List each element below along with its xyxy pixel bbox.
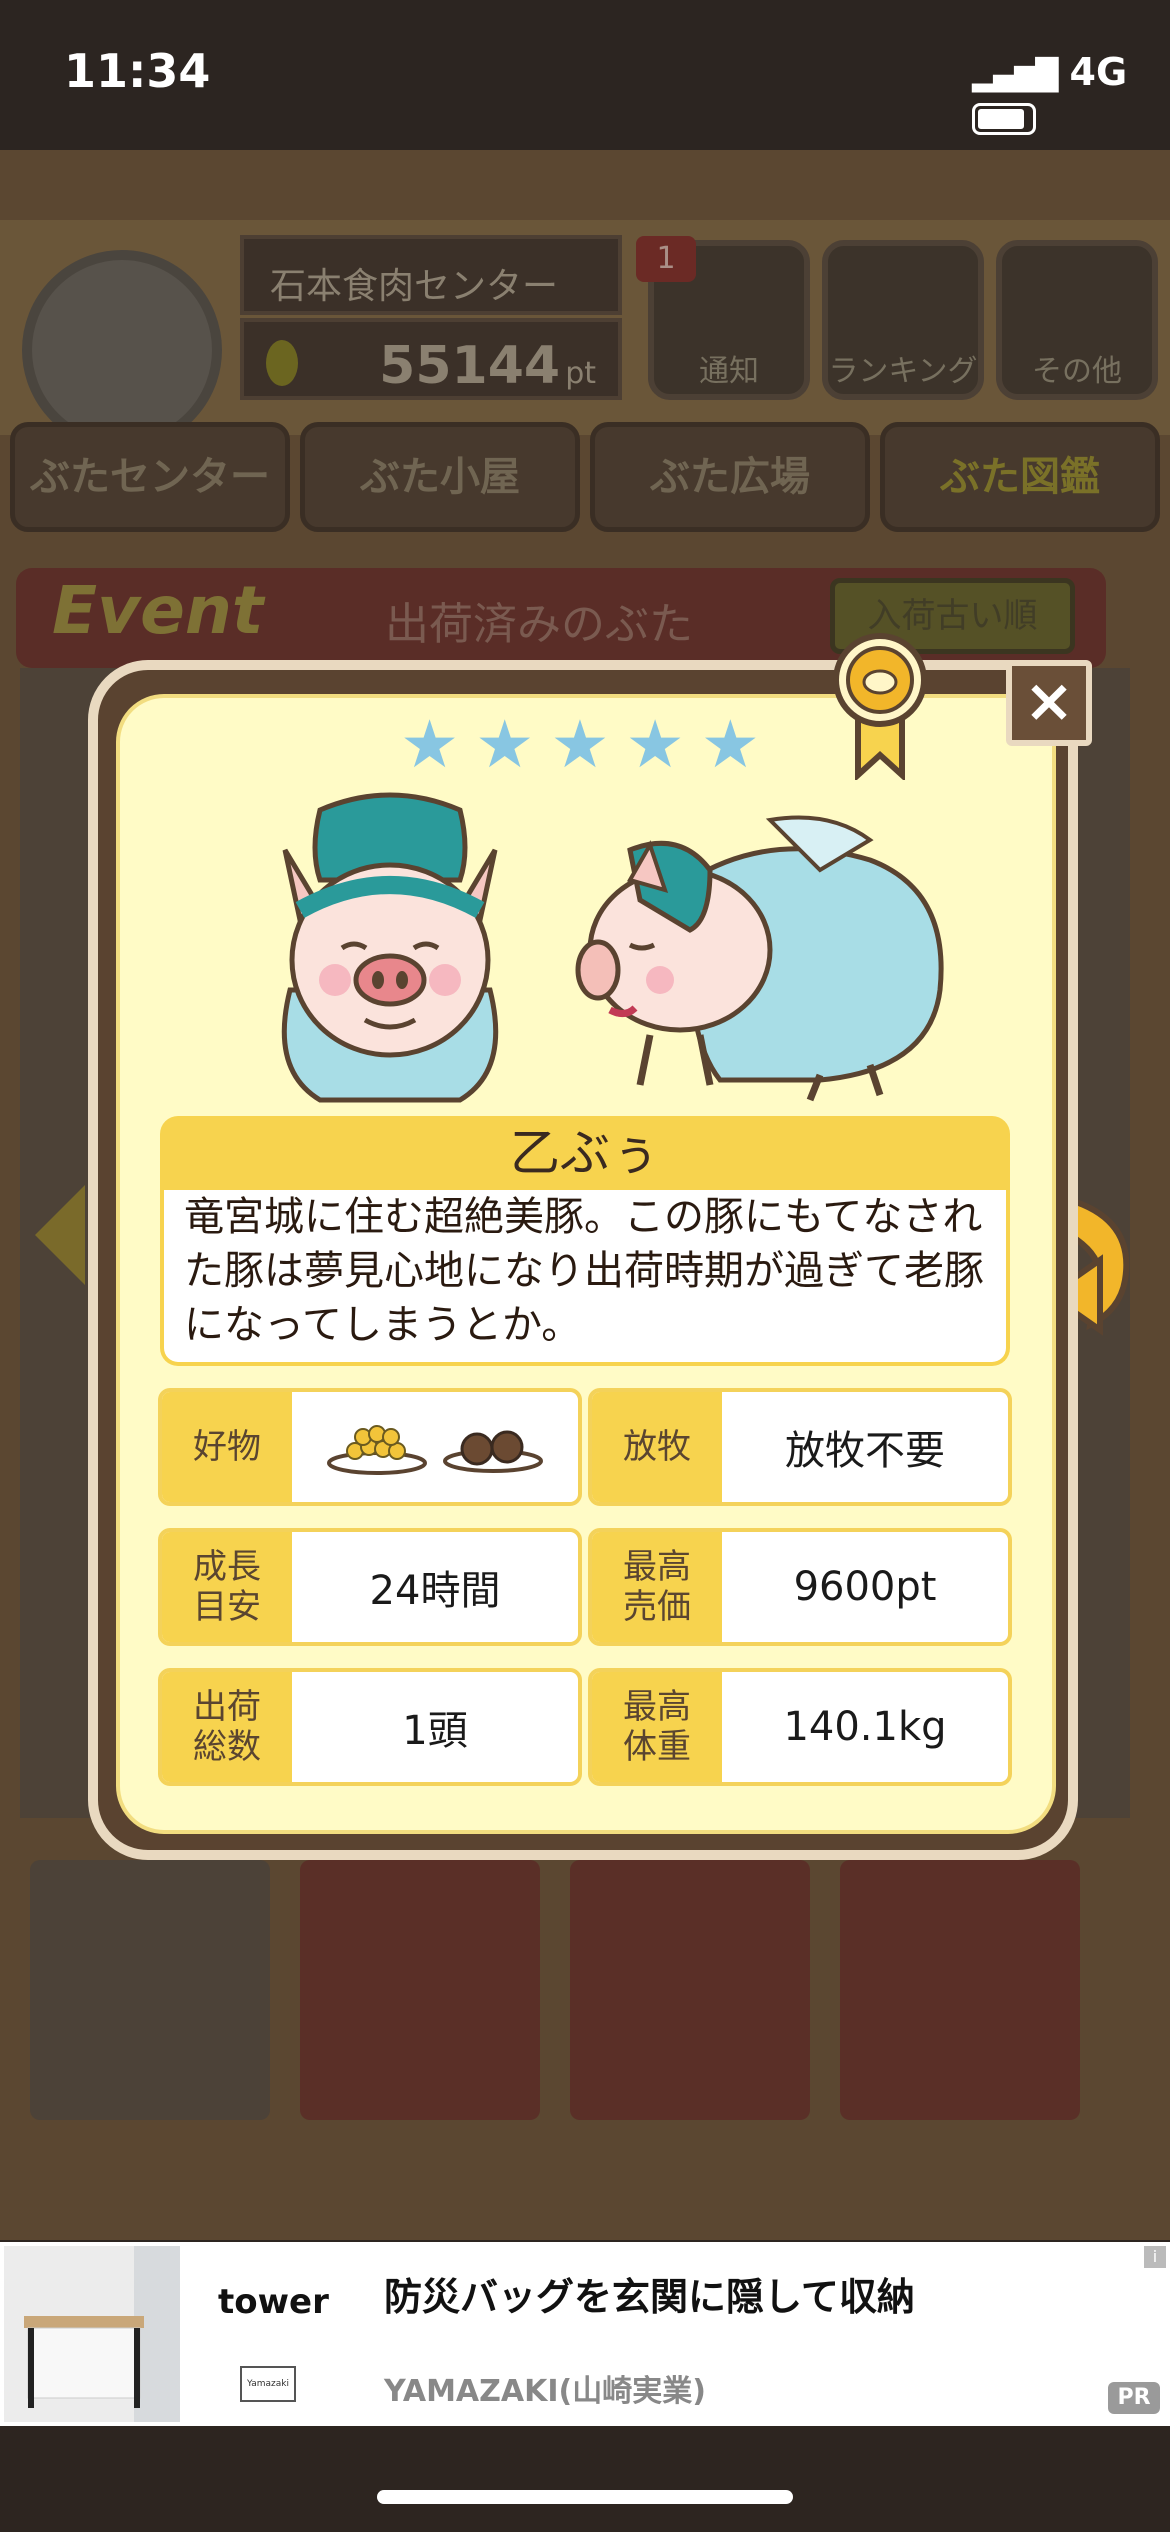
stat-label: 放牧: [592, 1392, 722, 1502]
event-title: 出荷済みのぶた: [385, 599, 693, 650]
status-network: ▂▄▆█ 4G: [972, 50, 1170, 138]
tab-buta-center[interactable]: ぶたセンター: [10, 422, 290, 532]
status-time: 11:34: [64, 44, 211, 98]
player-avatar[interactable]: [22, 250, 222, 450]
battery-icon: [972, 102, 1036, 135]
event-logo: Event: [52, 572, 264, 649]
stat-shipped-count: 出荷 総数 1頭: [158, 1668, 582, 1786]
notification-badge: 1: [636, 236, 696, 282]
ad-product-picture: [4, 2246, 180, 2422]
star-icon: ★: [400, 706, 460, 783]
pig-front-illustration: [281, 792, 499, 1103]
stat-label: 好物: [162, 1392, 292, 1502]
rating-stars: ★ ★ ★ ★ ★: [400, 712, 760, 778]
home-indicator[interactable]: [377, 2490, 793, 2504]
points-value: 55144: [379, 336, 561, 396]
ad-pr-label: PR: [1108, 2382, 1160, 2414]
tab-buta-encyclopedia[interactable]: ぶた図鑑: [880, 422, 1160, 532]
bottom-tab-encyclopedia[interactable]: [30, 1860, 270, 2120]
star-icon: ★: [550, 706, 610, 783]
ranking-label: ランキング: [828, 354, 978, 389]
player-name: 石本食肉センター: [240, 235, 622, 315]
stat-value: 1頭: [402, 1708, 468, 1754]
other-button[interactable]: その他: [996, 240, 1158, 400]
close-button[interactable]: ×: [1006, 660, 1092, 746]
ranking-button[interactable]: ランキング: [822, 240, 984, 400]
ad-brand: tower: [218, 2282, 329, 2322]
ad-product-image[interactable]: [4, 2246, 180, 2422]
signal-icon: ▂▄▆█: [972, 58, 1058, 93]
bottom-tab-event-pigs[interactable]: [840, 1860, 1080, 2120]
stat-pasture: 放牧 放牧不要: [588, 1388, 1012, 1506]
favorite-food-icons: [292, 1392, 578, 1502]
ad-info-icon[interactable]: i: [1144, 2246, 1166, 2268]
star-icon: ★: [700, 706, 760, 783]
ad-brand-box: Yamazaki: [240, 2366, 296, 2402]
ad-advertiser[interactable]: YAMAZAKI(山崎実業): [384, 2366, 706, 2410]
stat-value: 24時間: [369, 1568, 501, 1614]
pig-side-illustration: [575, 815, 944, 1102]
star-icon: ★: [625, 706, 685, 783]
corn-dish-icon: [327, 1425, 427, 1475]
star-icon: ★: [475, 706, 535, 783]
tab-buta-hut[interactable]: ぶた小屋: [300, 422, 580, 532]
stat-label: 成長 目安: [162, 1532, 292, 1642]
notification-label: 通知: [699, 354, 759, 389]
stat-value: 放牧不要: [785, 1428, 945, 1474]
coin-icon: [266, 340, 298, 386]
medal-icon: [833, 633, 927, 780]
stat-value: 9600pt: [793, 1564, 937, 1610]
points-display: 55144 pt: [240, 318, 622, 400]
stat-label: 出荷 総数: [162, 1672, 292, 1782]
stat-max-weight: 最高 体重 140.1kg: [588, 1668, 1012, 1786]
network-label: 4G: [1069, 50, 1128, 94]
ad-title[interactable]: 防災バッグを玄関に隠して収納: [384, 2266, 915, 2321]
stat-favorite: 好物: [158, 1388, 582, 1506]
tab-buta-plaza[interactable]: ぶた広場: [590, 422, 870, 532]
bottom-tab-event-award[interactable]: [300, 1860, 540, 2120]
bottom-tab-event-calendar[interactable]: [570, 1860, 810, 2120]
other-label: その他: [1032, 354, 1122, 389]
pig-name: 乙ぶぅ: [160, 1116, 1010, 1190]
chestnut-dish-icon: [443, 1430, 543, 1473]
stat-growth-time: 成長 目安 24時間: [158, 1528, 582, 1646]
stat-label: 最高 体重: [592, 1672, 722, 1782]
stat-max-price: 最高 売価 9600pt: [588, 1528, 1012, 1646]
prev-arrow-icon[interactable]: [30, 1180, 90, 1290]
stat-value: 140.1kg: [783, 1704, 947, 1750]
bottom-safe-area: [0, 2426, 1170, 2532]
points-unit: pt: [565, 356, 596, 391]
stat-label: 最高 売価: [592, 1532, 722, 1642]
pig-description: 竜宮城に住む超絶美豚。この豚にもてなされた豚は夢見心地になり出荷時期が過ぎて老豚…: [160, 1190, 1010, 1366]
